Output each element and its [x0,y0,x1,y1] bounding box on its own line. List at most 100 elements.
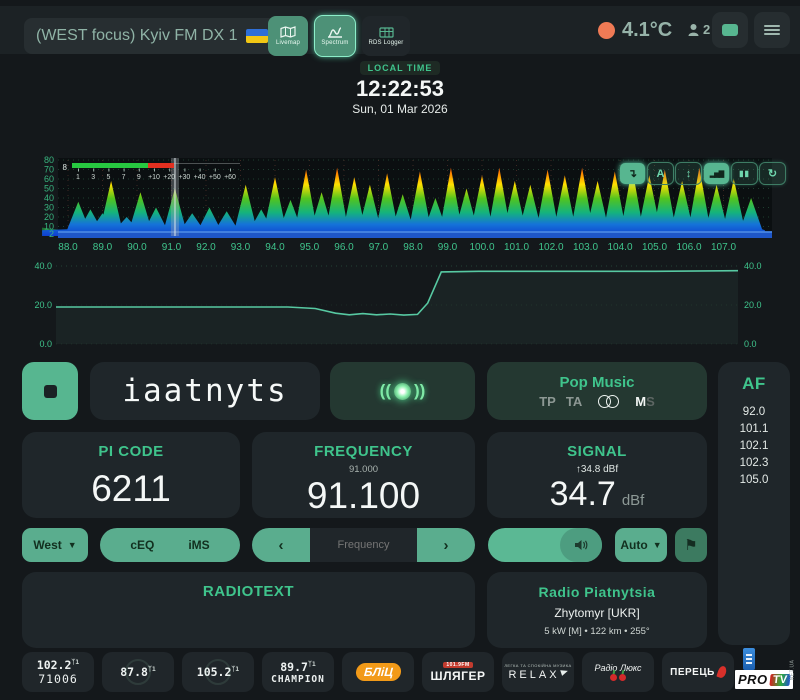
pty-label: Pop Music [559,374,634,391]
music-flag: M [635,394,646,409]
preset-button-1[interactable]: 102.2ᛉ1 71006 [22,652,94,692]
af-panel: AF 92.0101.1102.1102.3105.0 [718,362,790,645]
spectrum-hold-button[interactable]: ▂▅▇ [704,163,729,184]
rds-logger-label: RDS Logger [368,40,403,46]
svg-text:93.0: 93.0 [231,242,251,253]
pause-button[interactable]: ▮▮ [732,163,757,184]
svg-text:9: 9 [137,174,141,181]
relax-logo: RELAX [508,669,559,681]
svg-text:0.0: 0.0 [744,339,757,349]
local-clock: LOCAL TIME 12:22:53 Sun, 01 Mar 2026 [0,58,800,116]
vertical-zoom-button[interactable]: ↕ [676,163,701,184]
flag-report-button[interactable]: ⚑ [675,528,707,562]
svg-text:95.0: 95.0 [300,242,320,253]
protv-side-text: NET.UA [790,660,796,681]
svg-text:40.0: 40.0 [34,261,52,271]
af-value[interactable]: 105.0 [718,472,790,489]
signal-beacon-panel: (( )) [330,362,475,420]
svg-text:99.0: 99.0 [438,242,458,253]
beacon-ghost-icon [125,659,151,685]
svg-text:+10: +10 [148,174,160,181]
ps-text: iaatnyts [122,373,287,409]
svg-text:88.0: 88.0 [58,242,78,253]
af-value[interactable]: 102.3 [718,455,790,472]
af-value[interactable]: 92.0 [718,404,790,421]
antenna-badge: ᛉ1 [308,660,316,668]
preset-logo-shlyager[interactable]: 101.9FM ШЛЯГЕР [422,652,494,692]
af-value[interactable]: 101.1 [718,421,790,438]
svg-text:105.0: 105.0 [642,242,667,253]
frequency-input[interactable] [314,538,413,552]
svg-text:103.0: 103.0 [573,242,598,253]
radiotext-title: RADIOTEXT [22,583,475,600]
svg-text:101.0: 101.0 [504,242,529,253]
antenna-badge: ᛉ1 [71,658,79,666]
beacon-left-waves-icon: (( [380,381,391,401]
relax-slogan: ЛЕГКА ТА СПОКІЙНА МУЗИКА [504,663,571,668]
station-info-panel: Radio Piatnytsia Zhytomyr [UKR] 5 kW [M]… [487,572,707,648]
svg-text:98.0: 98.0 [403,242,423,253]
station-name: Radio Piatnytsia [487,584,707,600]
preset-logo-lux[interactable]: Радіо Люкс [582,652,654,692]
tv-tower-icon [743,648,755,670]
preset-logo-blitz[interactable]: БЛіЦ [342,652,414,692]
antenna-select[interactable]: West ▼ [22,528,88,562]
chat-icon [722,24,738,36]
livemap-button[interactable]: Livemap [268,16,308,56]
af-list: 92.0101.1102.1102.3105.0 [718,404,790,489]
tune-up-button[interactable]: › [417,528,475,562]
menu-button[interactable] [754,12,790,48]
af-value[interactable]: 102.1 [718,438,790,455]
svg-text:7: 7 [122,174,126,181]
server-title: (WEST focus) Kyiv FM DX 1 [36,27,238,45]
table-grid-icon [379,27,394,38]
local-date-value: Sun, 01 Mar 2026 [0,102,800,116]
svg-text:40: 40 [44,193,54,203]
preset-button-2[interactable]: 87.8ᛉ1 [102,652,174,692]
spectrum-button[interactable]: Spectrum [315,16,355,56]
volume-slider[interactable] [488,528,602,562]
band-spectrum-chart[interactable]: 8070605040302010288.089.090.091.092.093.… [20,150,792,256]
cherries-icon [610,674,626,681]
ps-panel: iaatnyts [90,362,320,420]
svg-text:0.0: 0.0 [39,339,52,349]
ceq-toggle[interactable]: cEQ [130,538,154,552]
stop-icon [44,385,57,398]
autoscale-button[interactable]: A [648,163,673,184]
stop-audio-button[interactable] [22,362,78,420]
station-details: 5 kW [M] • 122 km • 255° [487,626,707,637]
parrot-icon [716,665,727,679]
ims-toggle[interactable]: iMS [188,538,209,552]
flag-icon: ⚑ [684,536,697,554]
af-title: AF [718,374,790,394]
chevron-down-icon: ▼ [653,540,662,550]
protv-watermark: PRO TV NET.UA [735,651,797,697]
exit-button[interactable]: ↴ [620,163,645,184]
svg-text:70: 70 [44,165,54,175]
rds-logger-button[interactable]: RDS Logger [362,16,410,56]
auto-mode-select[interactable]: Auto ▼ [615,528,667,562]
user-icon [688,23,701,37]
tp-flag: TP [539,394,556,409]
preset-button-4[interactable]: 89.7ᛉ1 CHAMPION [262,652,334,692]
svg-text:+50: +50 [209,174,221,181]
frequency-title: FREQUENCY [252,443,475,460]
tune-down-button[interactable]: ‹ [252,528,310,562]
chat-button[interactable] [712,12,748,48]
volume-handle[interactable] [560,528,602,562]
shlyager-frequency-tag: 101.9FM [443,662,472,668]
svg-text:80: 80 [44,155,54,165]
spectrum-label: Spectrum [321,40,348,46]
svg-text:20.0: 20.0 [744,300,762,310]
server-title-select[interactable]: (WEST focus) Kyiv FM DX 1 ▼ [24,18,298,54]
beacon-right-waves-icon: )) [414,381,425,401]
svg-text:92.0: 92.0 [196,242,216,253]
preset-logo-relax[interactable]: ЛЕГКА ТА СПОКІЙНА МУЗИКА RELAX [502,652,574,692]
antenna-select-value: West [33,538,61,552]
local-time-label: LOCAL TIME [360,61,441,75]
preset-frequency: 102.2 [37,658,72,672]
preset-logo-perets[interactable]: ПЕРЕЦЬ [662,652,734,692]
svg-text:97.0: 97.0 [369,242,389,253]
refresh-button[interactable]: ↻ [760,163,785,184]
preset-button-3[interactable]: 105.2ᛉ1 [182,652,254,692]
